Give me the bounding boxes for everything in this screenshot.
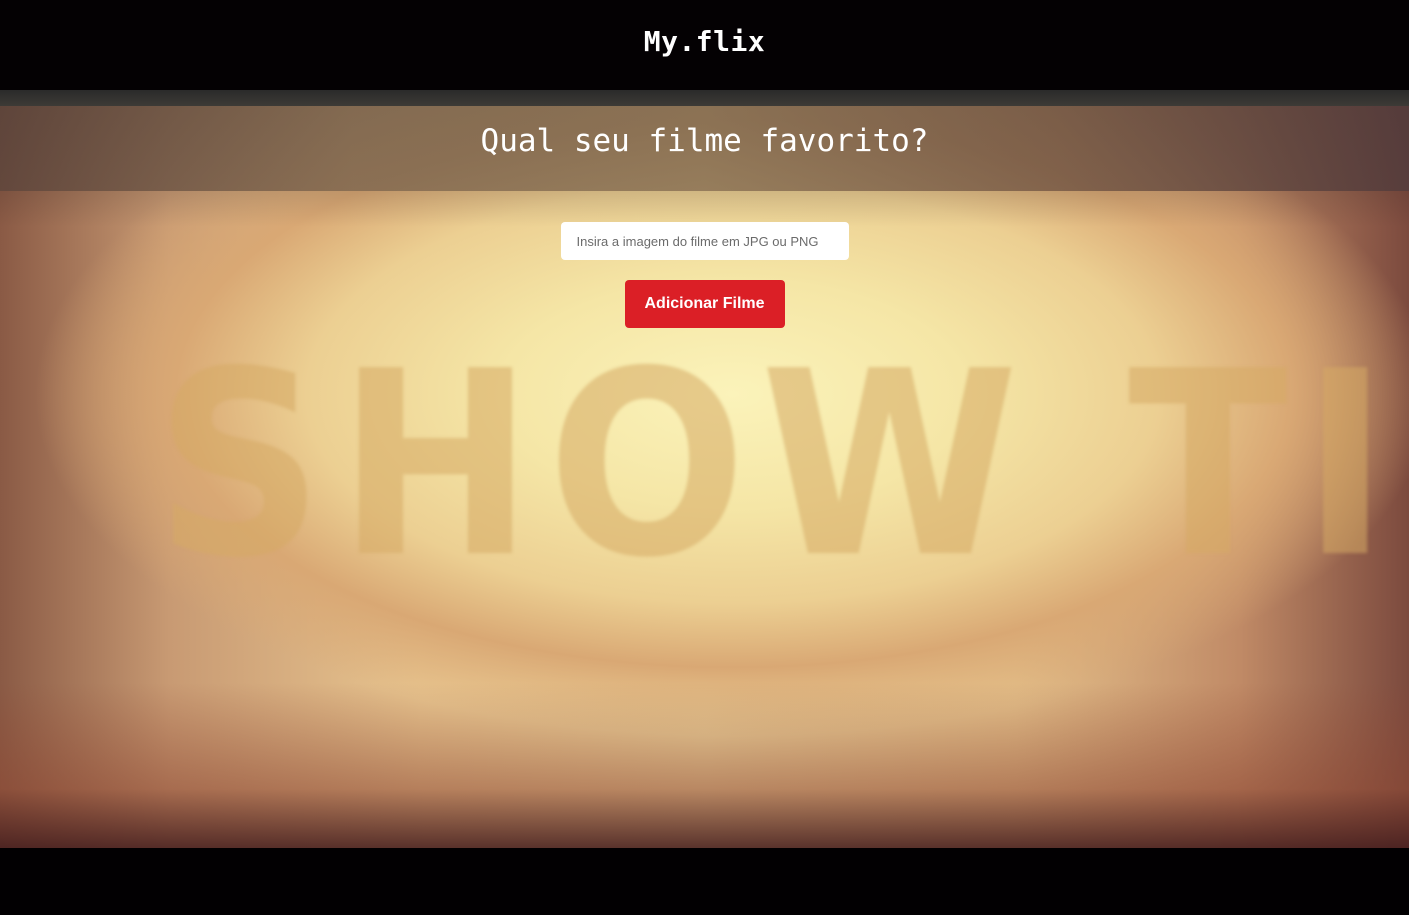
movie-image-input[interactable] bbox=[560, 222, 849, 260]
title-band: Qual seu filme favorito? bbox=[0, 106, 1409, 191]
header-divider bbox=[0, 90, 1409, 106]
top-header: My.flix bbox=[0, 0, 1409, 90]
page: My.flix SHOW TIME Qual seu filme favorit… bbox=[0, 0, 1409, 915]
show-time-background-image: SHOW TIME bbox=[154, 316, 1409, 614]
add-movie-button[interactable]: Adicionar Filme bbox=[624, 280, 785, 328]
page-title: Qual seu filme favorito? bbox=[480, 122, 929, 159]
add-movie-form: Adicionar Filme bbox=[0, 222, 1409, 328]
footer bbox=[0, 848, 1409, 915]
brand-logo[interactable]: My.flix bbox=[644, 25, 766, 58]
hero-background: SHOW TIME bbox=[0, 90, 1409, 850]
